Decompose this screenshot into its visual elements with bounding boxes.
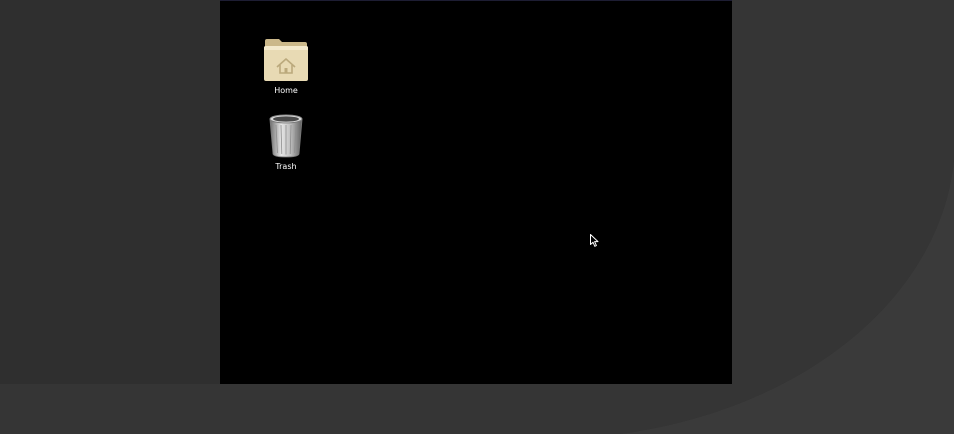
desktop-icon-trash[interactable]: Trash	[246, 113, 326, 171]
home-folder-icon	[264, 39, 308, 81]
trash-bin-icon	[269, 114, 303, 158]
desktop-icon-label: Home	[274, 86, 298, 95]
remote-desktop-screen[interactable]: Home Trash	[220, 0, 732, 384]
mouse-pointer-icon	[590, 234, 599, 247]
desktop-icon-label: Trash	[275, 162, 297, 171]
desktop-icon-home[interactable]: Home	[246, 37, 326, 95]
